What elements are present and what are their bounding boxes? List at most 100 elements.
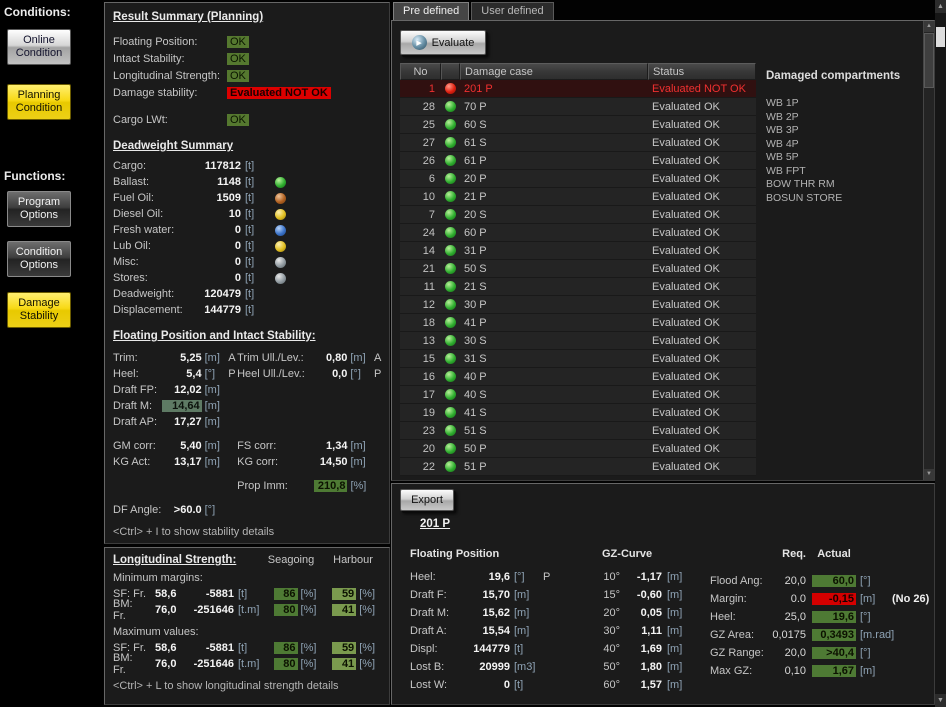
column-header-status[interactable]: Status (648, 63, 756, 80)
damaged-compartments-list: WB 1PWB 2PWB 3PWB 4PWB 5PWB FPTBOW THR R… (766, 97, 922, 205)
column-header-dot[interactable] (441, 63, 460, 80)
damage-case-status: Evaluated OK (648, 317, 756, 329)
column-header-damage-case[interactable]: Damage case (460, 63, 648, 80)
table-row[interactable]: 6 20 P Evaluated OK (400, 170, 756, 188)
program-options-button[interactable]: Program Options (7, 191, 71, 227)
maximum-values-label: Maximum values: (113, 626, 381, 638)
deadweight-label: Ballast: (113, 176, 183, 188)
damage-case-no: 26 (400, 155, 441, 167)
criteria-unit: [m] (860, 665, 886, 677)
damage-case-name: 70 P (460, 101, 648, 113)
floating-position-row: Draft M: 15,62 [m] (410, 604, 553, 622)
table-row[interactable]: 25 60 S Evaluated OK (400, 116, 756, 134)
deadweight-row: Stores: 0 [t] (113, 270, 381, 286)
damage-case-status: Evaluated OK (648, 263, 756, 275)
damage-case-dot-cell (441, 443, 460, 454)
gz-curve-row: 40° 1,69 [m] (596, 640, 693, 658)
play-icon: ▶ (416, 39, 421, 47)
window-scrollbar[interactable]: ▲ ▼ (935, 0, 946, 707)
table-row[interactable]: 28 70 P Evaluated OK (400, 98, 756, 116)
damage-stability-button[interactable]: Damage Stability (7, 292, 71, 328)
scrollbar-thumb[interactable] (936, 27, 945, 47)
damage-case-no: 12 (400, 299, 441, 311)
evaluate-button[interactable]: ▶ Evaluate (400, 30, 486, 55)
table-row[interactable]: 12 30 P Evaluated OK (400, 296, 756, 314)
export-button[interactable]: Export (400, 489, 454, 511)
scroll-down-arrow-icon[interactable]: ▼ (935, 694, 946, 707)
deadweight-row: Fuel Oil: 1509 [t] (113, 190, 381, 206)
table-row[interactable]: 17 40 S Evaluated OK (400, 386, 756, 404)
fp-value: 19,6 (460, 571, 510, 583)
fp-value: 15,70 (460, 589, 510, 601)
criteria-row: Heel: 25,0 19,6 [°] (710, 608, 929, 626)
table-row[interactable]: 11 21 S Evaluated OK (400, 278, 756, 296)
table-row[interactable]: 27 61 S Evaluated OK (400, 134, 756, 152)
floating-position-row: Draft F: 15,70 [m] (410, 586, 553, 604)
damage-case-dot-cell (441, 119, 460, 130)
stability-label: Trim: (113, 352, 162, 364)
table-row[interactable]: 16 40 P Evaluated OK (400, 368, 756, 386)
table-row[interactable]: 1 201 P Evaluated NOT OK (400, 80, 756, 98)
floating-position-row: Lost B: 20999 [m3] (410, 658, 553, 676)
criteria-row: GZ Range: 20,0 >40,4 [°] (710, 644, 929, 662)
tab-pre-defined[interactable]: Pre defined (393, 2, 469, 21)
damage-case-name: 31 P (460, 245, 648, 257)
table-row[interactable]: 10 21 P Evaluated OK (400, 188, 756, 206)
damage-case-scrollbar[interactable]: ▲ ▼ (923, 21, 934, 480)
tab-user-defined[interactable]: User defined (471, 2, 553, 21)
scrollbar-thumb[interactable] (924, 33, 934, 88)
online-condition-button[interactable]: Online Condition (7, 29, 71, 65)
damaged-compartment-item: BOW THR RM (766, 178, 922, 192)
fp-unit: [m3] (514, 661, 540, 673)
table-row[interactable]: 21 50 S Evaluated OK (400, 260, 756, 278)
scroll-up-arrow-icon[interactable]: ▲ (924, 21, 934, 32)
table-row[interactable]: 13 30 S Evaluated OK (400, 332, 756, 350)
table-row[interactable]: 7 20 S Evaluated OK (400, 206, 756, 224)
criteria-label: GZ Area: (710, 629, 766, 641)
table-row[interactable]: 22 51 P Evaluated OK (400, 458, 756, 476)
damage-case-name: 41 S (460, 407, 648, 419)
damage-case-dot-cell (441, 461, 460, 472)
gz-curve-row: 30° 1,11 [m] (596, 622, 693, 640)
gz-value: 1,11 (620, 625, 662, 637)
gz-unit: [m] (667, 679, 693, 691)
table-row[interactable]: 15 31 S Evaluated OK (400, 350, 756, 368)
status-dot-icon (445, 173, 456, 184)
tank-color-dot-icon (275, 273, 286, 284)
floating-position-row: Lost W: 0 [t] (410, 676, 553, 694)
table-row[interactable]: 19 41 S Evaluated OK (400, 404, 756, 422)
table-row[interactable]: 24 60 P Evaluated OK (400, 224, 756, 242)
deadweight-row: Displacement: 144779 [t] (113, 302, 381, 318)
damage-case-no: 10 (400, 191, 441, 203)
stability-row: DF Angle: >60.0 [°] (113, 502, 381, 518)
gz-unit: [m] (667, 589, 693, 601)
table-row[interactable]: 20 50 P Evaluated OK (400, 440, 756, 458)
stability-unit: [m] (205, 384, 227, 396)
deadweight-row: Fresh water: 0 [t] (113, 222, 381, 238)
condition-options-button[interactable]: Condition Options (7, 241, 71, 277)
planning-condition-button[interactable]: Planning Condition (7, 84, 71, 120)
table-row[interactable]: 23 51 S Evaluated OK (400, 422, 756, 440)
scroll-up-arrow-icon[interactable]: ▲ (935, 0, 946, 13)
table-row[interactable]: 18 41 P Evaluated OK (400, 314, 756, 332)
longitudinal-strength-panel: Longitudinal Strength: Seagoing Harbour … (104, 547, 390, 705)
scroll-down-arrow-icon[interactable]: ▼ (924, 469, 934, 480)
fp-unit: [t] (514, 643, 540, 655)
table-row[interactable]: 14 31 P Evaluated OK (400, 242, 756, 260)
status-dot-icon (445, 389, 456, 400)
table-row[interactable]: 26 61 P Evaluated OK (400, 152, 756, 170)
damaged-compartment-item: WB FPT (766, 165, 922, 179)
deadweight-value: 0 (183, 224, 241, 236)
seagoing-percent-unit: [%] (301, 588, 323, 600)
damaged-compartments-title: Damaged compartments (766, 70, 922, 82)
criteria-unit: [°] (860, 575, 886, 587)
stability-unit: [m] (205, 456, 227, 468)
damage-case-rows: 1 201 P Evaluated NOT OK 28 70 P Evaluat… (400, 80, 756, 476)
damage-case-dot-cell (441, 227, 460, 238)
sidebar: Conditions: Online Condition Planning Co… (0, 0, 103, 707)
column-header-no[interactable]: No (400, 63, 441, 80)
stability-unit: [m] (205, 416, 227, 428)
deadweight-unit: [t] (245, 160, 269, 172)
deadweight-row: Cargo: 117812 [t] (113, 158, 381, 174)
status-dot-icon (445, 407, 456, 418)
